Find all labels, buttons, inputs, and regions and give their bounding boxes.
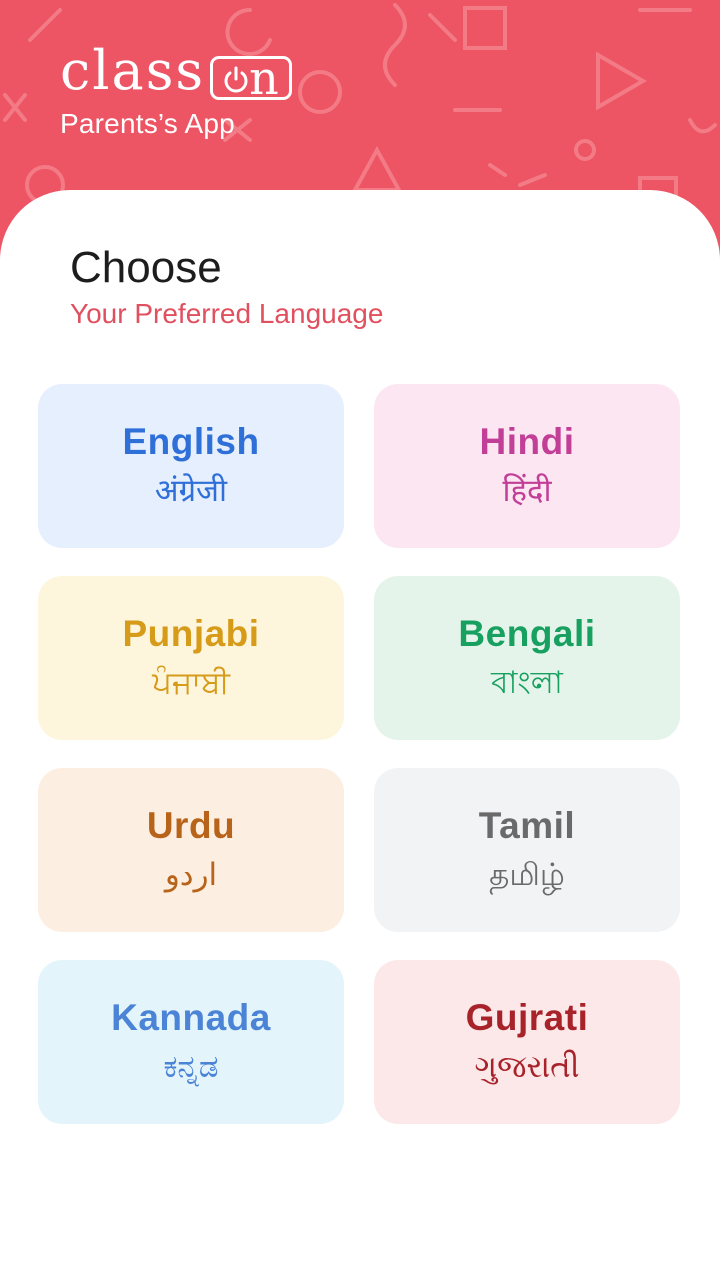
language-card-bengali[interactable]: Bengali বাংলা — [374, 576, 680, 740]
language-native-name: हिंदी — [502, 473, 552, 509]
page-title: Choose — [70, 243, 222, 292]
language-card-urdu[interactable]: Urdu اردو — [38, 768, 344, 932]
language-card-punjabi[interactable]: Punjabi ਪੰਜਾਬੀ — [38, 576, 344, 740]
language-name: Tamil — [478, 805, 576, 846]
language-name: Urdu — [146, 805, 236, 846]
language-card-english[interactable]: English अंग्रेजी — [38, 384, 344, 548]
language-name: Bengali — [458, 613, 596, 654]
language-name: Hindi — [479, 421, 575, 462]
language-name: Punjabi — [122, 613, 260, 654]
language-native-name: اردو — [164, 857, 218, 893]
language-native-name: ਪੰਜਾਬੀ — [152, 665, 230, 701]
logo-on-text: n — [249, 51, 279, 105]
language-native-name: বাংলা — [491, 665, 563, 701]
classon-logo: class n — [60, 38, 300, 105]
language-card-tamil[interactable]: Tamil தமிழ் — [374, 768, 680, 932]
language-native-name: தமிழ் — [489, 857, 565, 893]
language-native-name: ಕನ್ನಡ — [163, 1049, 219, 1085]
language-name: English — [122, 421, 260, 462]
language-grid: English अंग्रेजी Hindi हिंदी Punjabi ਪੰਜ… — [38, 384, 680, 1124]
language-native-name: ગુજરાતી — [474, 1049, 580, 1085]
language-name: Kannada — [111, 997, 271, 1038]
logo-text: class — [60, 39, 206, 102]
language-card-gujrati[interactable]: Gujrati ગુજરાતી — [374, 960, 680, 1124]
brand: class n Parents’s App — [60, 38, 300, 140]
language-selection-screen: class n Parents’s App Choose Your Prefer… — [0, 0, 720, 1280]
logo-on-badge: n — [210, 51, 292, 105]
page-subtitle: Your Preferred Language — [70, 298, 384, 329]
language-card-hindi[interactable]: Hindi हिंदी — [374, 384, 680, 548]
title-block: Choose Your Preferred Language — [70, 244, 383, 332]
app-tagline: Parents’s App — [60, 108, 235, 139]
language-name: Gujrati — [465, 997, 589, 1038]
language-card-kannada[interactable]: Kannada ಕನ್ನಡ — [38, 960, 344, 1124]
language-native-name: अंग्रेजी — [154, 473, 228, 509]
